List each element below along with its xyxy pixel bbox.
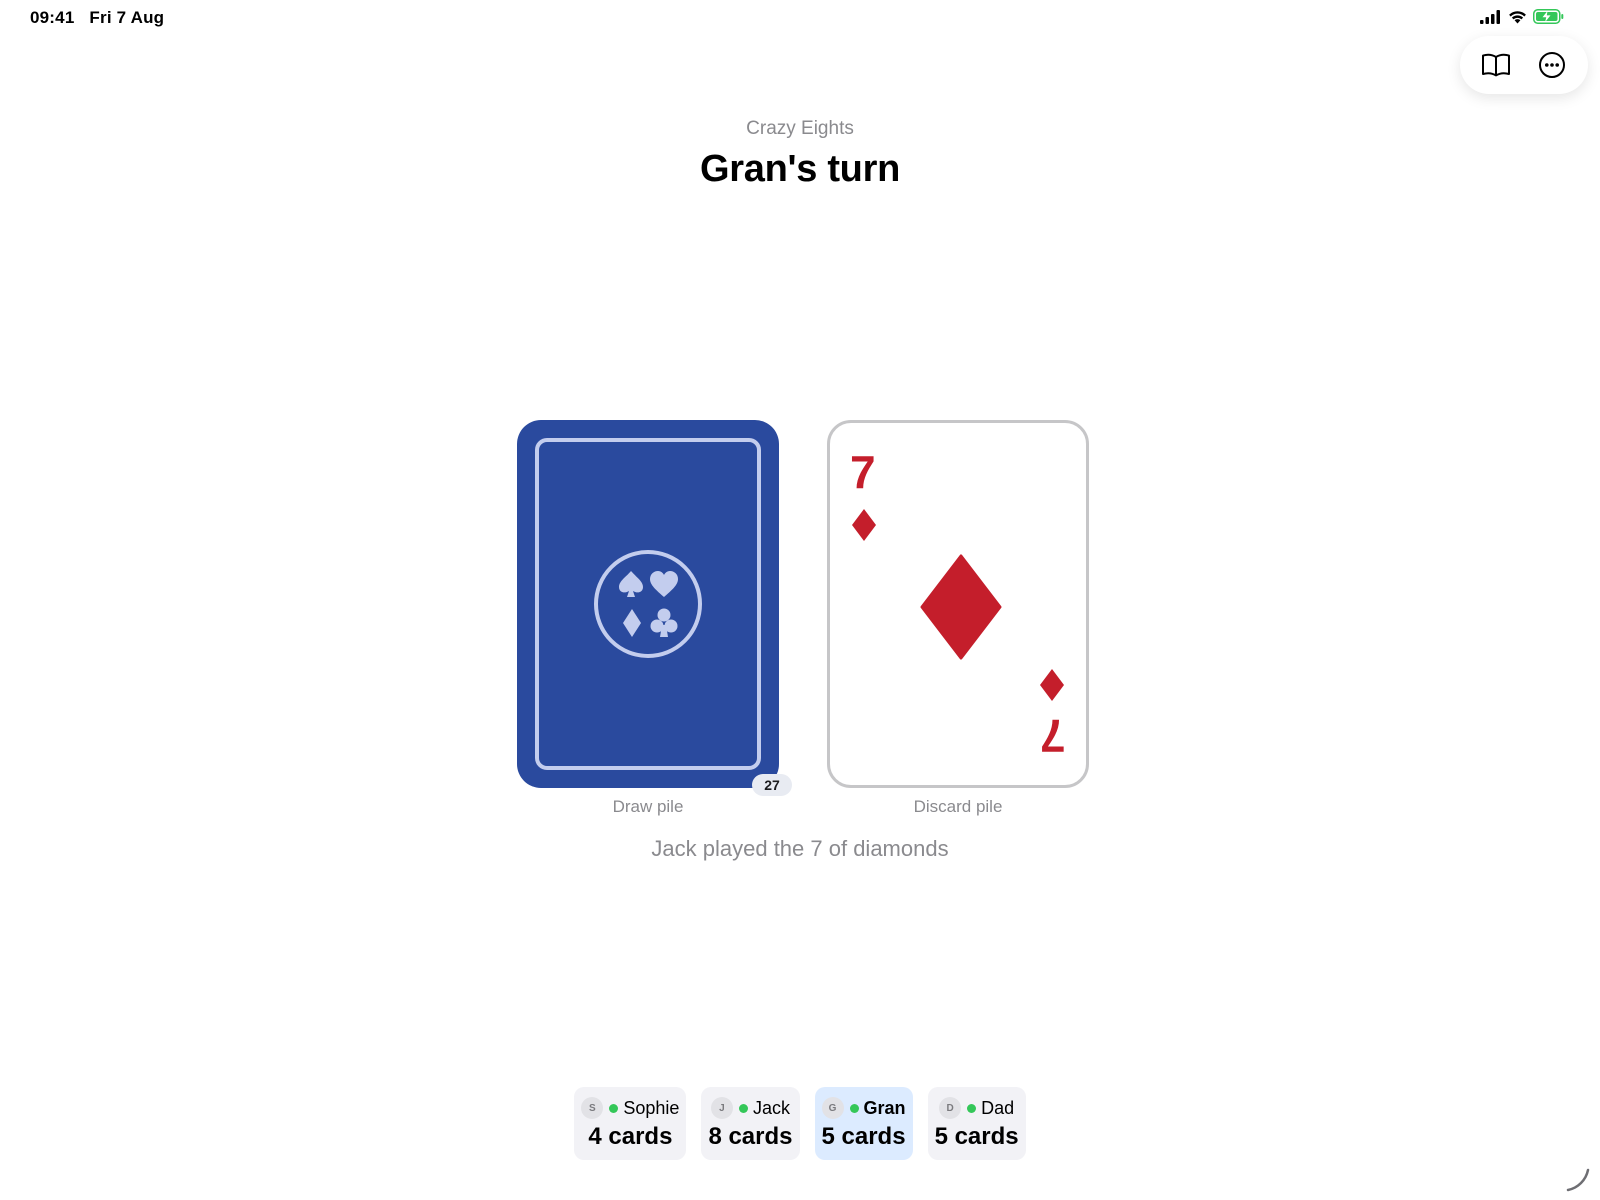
player-name: Sophie [623, 1097, 680, 1118]
player-card-count: 8 cards [708, 1123, 793, 1150]
resize-handle-icon[interactable] [1564, 1166, 1592, 1194]
players-bar: S Sophie 4 cards J Jack 8 cards G Gran 5… [0, 1087, 1600, 1160]
last-action-text: Jack played the 7 of diamonds [651, 836, 949, 861]
player-chip-jack[interactable]: J Jack 8 cards [701, 1087, 800, 1160]
player-card-count: 5 cards [934, 1123, 1019, 1150]
discard-pile-label: Discard pile [913, 797, 1003, 816]
avatar: S [581, 1097, 604, 1119]
status-date: Fri 7 Aug [89, 8, 165, 27]
club-icon [650, 608, 678, 637]
heart-icon [650, 571, 678, 597]
diamond-icon [920, 554, 1002, 660]
status-bar-clock: 09:41 Fri 7 Aug [30, 8, 174, 28]
diamond-icon [1040, 669, 1064, 701]
game-screen: 09:41 Fri 7 Aug Crazy Eights Gran's turn… [0, 0, 1600, 1200]
status-bar-icons [1480, 9, 1564, 24]
game-name: Crazy Eights [746, 118, 854, 139]
player-chip-header: D Dad [935, 1097, 1019, 1119]
turn-title: Gran's turn [700, 148, 900, 190]
more-options-button[interactable] [1530, 43, 1574, 87]
player-chip-header: S Sophie [581, 1097, 679, 1119]
card-rank-bottom: 7 [1040, 710, 1066, 762]
player-card-count: 4 cards [588, 1123, 673, 1150]
diamond-icon [852, 509, 876, 541]
cellular-signal-icon [1480, 9, 1500, 24]
draw-pile-count-badge: 27 [752, 774, 792, 796]
game-toolbar [1460, 36, 1588, 94]
suits-emblem [594, 550, 702, 658]
player-chip-sophie[interactable]: S Sophie 4 cards [574, 1087, 687, 1160]
draw-pile-label: Draw pile [612, 797, 684, 816]
player-name: Dad [981, 1097, 1015, 1118]
player-chip-header: J Jack [708, 1097, 792, 1119]
battery-charging-icon [1533, 9, 1564, 24]
avatar: G [821, 1097, 844, 1119]
online-status-dot [738, 1103, 748, 1113]
online-status-dot [609, 1103, 619, 1113]
diamond-icon [623, 609, 641, 637]
player-chip-dad[interactable]: D Dad 5 cards [927, 1087, 1026, 1160]
more-ellipsis-icon [1539, 52, 1565, 78]
wifi-icon [1509, 10, 1526, 23]
card-rank-top: 7 [850, 446, 876, 498]
avatar: D [939, 1097, 962, 1119]
player-chip-header: G Gran [821, 1097, 906, 1119]
discard-pile-top-card[interactable]: 7 7 [827, 420, 1089, 788]
player-name: Jack [752, 1097, 790, 1118]
avatar: J [710, 1097, 733, 1119]
player-name: Gran [863, 1097, 906, 1118]
draw-pile[interactable] [517, 420, 779, 788]
online-status-dot [967, 1103, 977, 1113]
spade-icon [619, 571, 643, 597]
status-time: 09:41 [30, 8, 75, 27]
player-chip-gran[interactable]: G Gran 5 cards [814, 1087, 913, 1160]
online-status-dot [849, 1103, 859, 1113]
book-icon [1482, 53, 1510, 77]
rules-button[interactable] [1474, 43, 1518, 87]
player-card-count: 5 cards [821, 1123, 906, 1150]
